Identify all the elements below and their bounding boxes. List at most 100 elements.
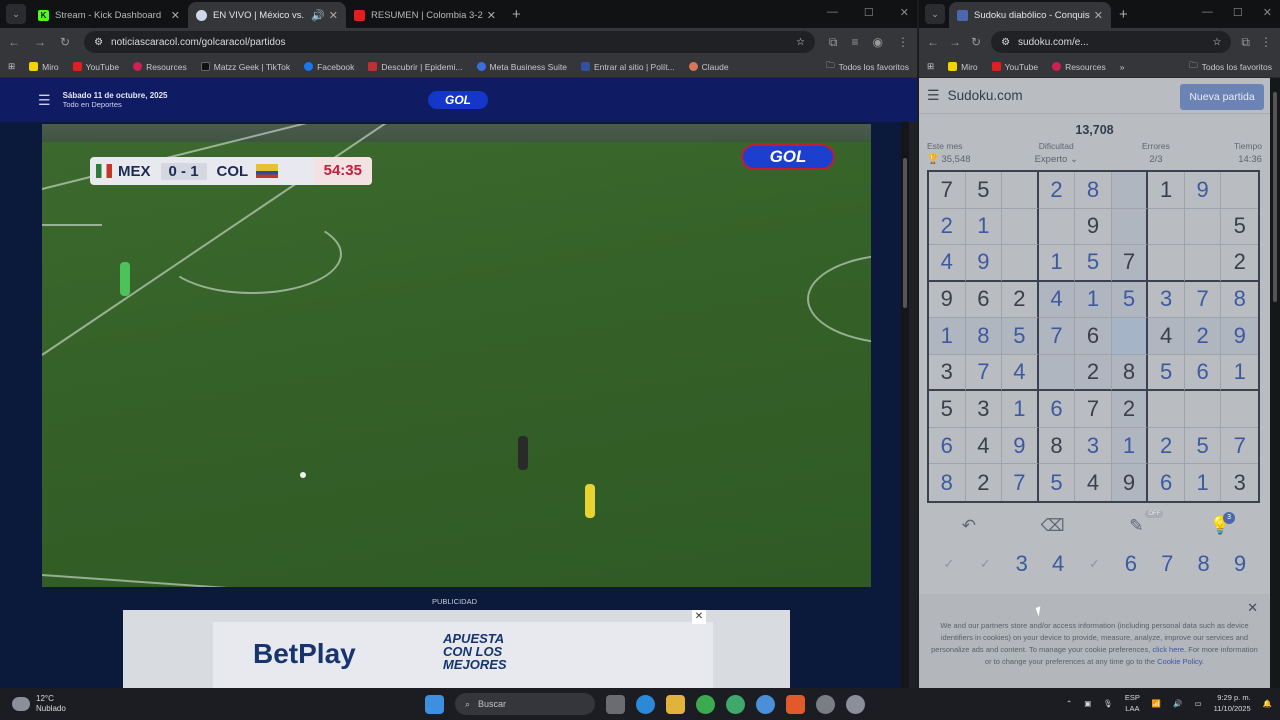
sudoku-cell[interactable]: 6 xyxy=(965,281,1003,319)
settings-icon[interactable] xyxy=(846,694,865,714)
bookmark-claude[interactable]: Claude xyxy=(688,62,729,72)
minimize-icon[interactable]: — xyxy=(1202,6,1213,19)
sudoku-cell[interactable]: 5 xyxy=(1075,245,1112,282)
bookmark-miro[interactable]: Miro xyxy=(29,62,59,72)
hint-bulb-icon[interactable]: 💡 3 xyxy=(1205,512,1236,536)
apps-grid-icon[interactable]: ⊞ xyxy=(8,61,15,72)
bookmark-star-icon[interactable]: ☆ xyxy=(1212,37,1221,48)
sudoku-cell[interactable] xyxy=(1002,172,1039,209)
sudoku-cell[interactable]: 2 xyxy=(1038,172,1076,209)
sudoku-cell[interactable]: 7 xyxy=(1038,318,1076,355)
sudoku-cell[interactable] xyxy=(1148,208,1185,246)
cookie-policy-link[interactable]: Cookie Policy xyxy=(1157,657,1202,666)
extensions-icon[interactable]: ⧉ xyxy=(829,35,838,50)
sudoku-cell[interactable]: 2 xyxy=(1148,427,1185,465)
stat-difficulty[interactable]: Dificultad Experto ⌄ xyxy=(1035,141,1078,165)
scrollbar[interactable] xyxy=(901,122,909,688)
tray-app-icon[interactable]: ▣ xyxy=(1084,699,1091,708)
sudoku-cell[interactable]: 9 xyxy=(1221,318,1258,355)
sudoku-cell[interactable]: 9 xyxy=(1111,464,1149,501)
undo-icon[interactable]: ↶ xyxy=(954,516,984,536)
close-tab-icon[interactable]: ✕ xyxy=(1094,9,1103,22)
minimize-icon[interactable]: — xyxy=(827,6,838,19)
sudoku-cell[interactable]: 2 xyxy=(1221,245,1258,282)
sudoku-cell[interactable]: 1 xyxy=(1111,427,1149,465)
more-bookmarks-icon[interactable]: » xyxy=(1120,62,1125,72)
close-tab-icon[interactable]: ✕ xyxy=(329,9,338,22)
speaker-icon[interactable]: 🔊 xyxy=(311,9,325,22)
edge-icon[interactable] xyxy=(636,694,655,714)
scrollbar-thumb[interactable] xyxy=(903,158,907,308)
new-game-button[interactable]: Nueva partida xyxy=(1180,84,1264,110)
number-button[interactable]: 6 xyxy=(1113,551,1149,577)
sudoku-cell[interactable]: 7 xyxy=(1075,391,1112,428)
reload-icon[interactable]: ↻ xyxy=(971,35,981,49)
cookie-settings-link[interactable]: click here xyxy=(1152,645,1184,654)
tab-resumen[interactable]: RESUMEN | Colombia 3-2 Espa ✕ xyxy=(346,2,504,28)
media-icon[interactable]: ≡ xyxy=(852,35,859,49)
bookmark-youtube[interactable]: YouTube xyxy=(72,62,119,72)
scrollbar[interactable] xyxy=(1270,78,1280,688)
gol-caracol-logo[interactable]: GOL xyxy=(428,91,488,109)
site-info-icon[interactable]: ⚙ xyxy=(94,37,103,48)
bookmark-facebook[interactable]: Facebook xyxy=(304,62,354,72)
sudoku-cell[interactable] xyxy=(1111,172,1149,209)
sudoku-cell[interactable]: 8 xyxy=(929,464,966,501)
sudoku-cell[interactable]: 2 xyxy=(1184,318,1222,355)
sudoku-cell[interactable]: 4 xyxy=(1148,318,1185,355)
sudoku-cell[interactable]: 3 xyxy=(965,391,1003,428)
chrome-icon[interactable] xyxy=(696,694,715,714)
address-bar[interactable]: ⚙ sudoku.com/e... ☆ xyxy=(991,31,1232,53)
sudoku-cell[interactable]: 5 xyxy=(929,391,966,428)
bookmark-youtube[interactable]: YouTube xyxy=(991,62,1038,72)
sudoku-cell[interactable]: 7 xyxy=(929,172,966,209)
apps-grid-icon[interactable]: ⊞ xyxy=(927,61,934,72)
notifications-icon[interactable]: 🔔 xyxy=(1263,699,1272,708)
battery-icon[interactable]: ▭ xyxy=(1195,699,1202,708)
sudoku-cell[interactable] xyxy=(1184,245,1222,282)
chrome-profile-icon[interactable] xyxy=(756,694,775,714)
tab-search-button[interactable]: ⌄ xyxy=(925,4,945,24)
sudoku-cell[interactable] xyxy=(1221,391,1258,428)
tab-en-vivo[interactable]: EN VIVO | México vs. Colom 🔊 ✕ xyxy=(188,2,346,28)
sudoku-cell[interactable]: 6 xyxy=(1038,391,1076,428)
hamburger-menu-icon[interactable]: ☰ xyxy=(927,87,940,104)
bookmark-resources[interactable]: Resources xyxy=(1052,62,1106,72)
sudoku-cell[interactable]: 8 xyxy=(1075,172,1112,209)
close-tab-icon[interactable]: ✕ xyxy=(171,9,180,22)
sudoku-cell[interactable]: 1 xyxy=(1038,245,1076,282)
bookmark-star-icon[interactable]: ☆ xyxy=(796,37,805,48)
sudoku-cell[interactable]: 8 xyxy=(965,318,1003,355)
completed-check-icon[interactable]: ✓ xyxy=(931,551,967,577)
sudoku-brand[interactable]: Sudoku.com xyxy=(948,88,1023,103)
menu-icon[interactable]: ⋮ xyxy=(897,35,909,49)
sudoku-cell[interactable] xyxy=(1038,208,1076,246)
sudoku-cell[interactable]: 2 xyxy=(966,464,1003,501)
sudoku-cell[interactable]: 5 xyxy=(965,172,1003,209)
sudoku-cell[interactable]: 1 xyxy=(929,318,966,355)
brave-icon[interactable] xyxy=(786,694,805,714)
sudoku-cell[interactable]: 4 xyxy=(965,427,1003,465)
eraser-icon[interactable]: ⌫ xyxy=(1038,516,1068,536)
tab-search-button[interactable]: ⌄ xyxy=(6,4,26,24)
taskbar-search[interactable]: ⌕ Buscar xyxy=(455,693,595,715)
sudoku-cell[interactable]: 7 xyxy=(1184,281,1222,319)
sudoku-cell[interactable]: 1 xyxy=(1148,172,1185,209)
sudoku-cell[interactable] xyxy=(1111,318,1149,355)
completed-check-icon[interactable]: ✓ xyxy=(967,551,1003,577)
file-explorer-icon[interactable] xyxy=(666,694,685,714)
sudoku-cell[interactable] xyxy=(1002,208,1039,246)
sudoku-cell[interactable] xyxy=(1184,208,1222,246)
app-icon[interactable] xyxy=(816,694,835,714)
bookmark-descubrir[interactable]: Descubrir | Epidemi... xyxy=(368,62,463,72)
bookmark-resources[interactable]: Resources xyxy=(133,62,187,72)
forward-icon[interactable]: → xyxy=(949,35,961,49)
all-bookmarks[interactable]: 🗀 Todos los favoritos xyxy=(1189,60,1272,74)
sudoku-cell[interactable]: 1 xyxy=(1185,464,1222,501)
new-tab-button[interactable]: + xyxy=(1119,6,1128,23)
sudoku-cell[interactable] xyxy=(1148,391,1185,428)
all-bookmarks[interactable]: 🗀 Todos los favoritos xyxy=(826,60,909,74)
live-video-player[interactable]: MEX 0 - 1 COL 54:35 GOL xyxy=(42,124,871,587)
sudoku-cell[interactable] xyxy=(1221,172,1258,209)
scrollbar-thumb[interactable] xyxy=(1273,92,1277,302)
